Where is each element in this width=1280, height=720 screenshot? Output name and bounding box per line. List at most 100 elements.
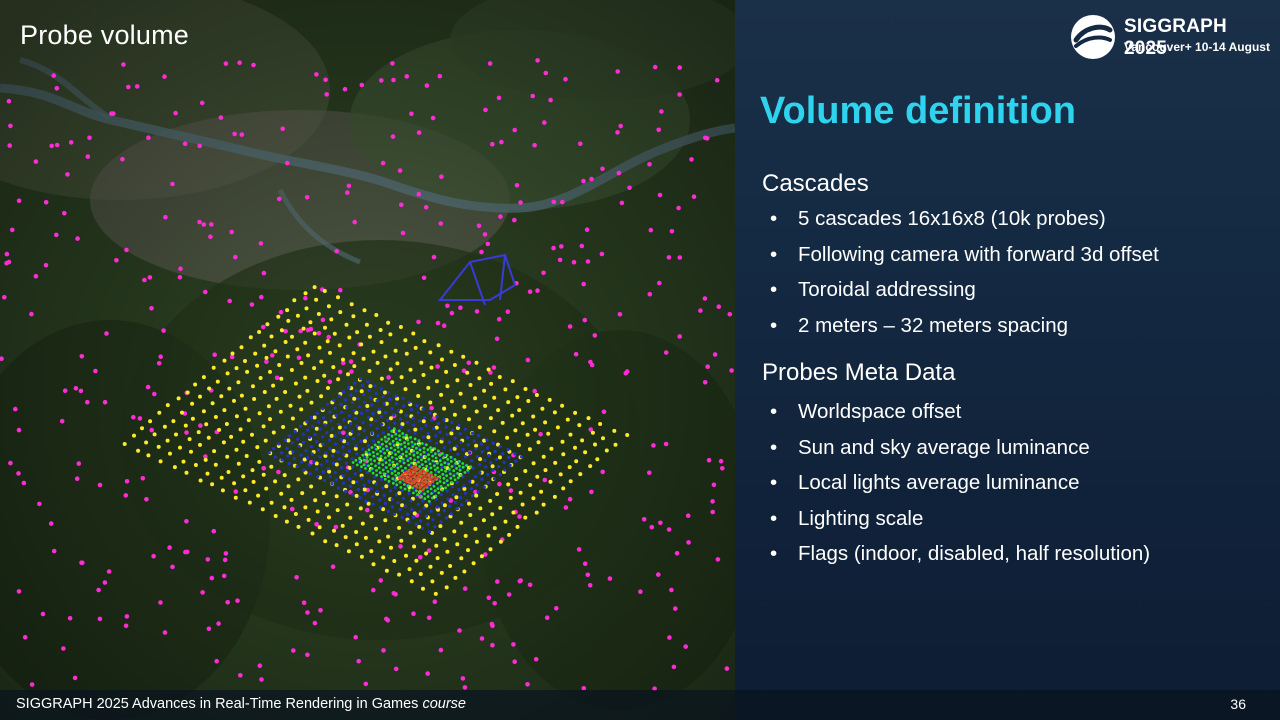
probe-near bbox=[277, 442, 281, 446]
probe-far bbox=[330, 564, 336, 569]
probe-mid bbox=[148, 419, 153, 424]
probe-mid bbox=[488, 416, 493, 421]
probe-nearer bbox=[402, 461, 406, 465]
probe-nearer bbox=[375, 473, 379, 477]
probe-near bbox=[428, 439, 432, 443]
probe-mid bbox=[243, 359, 247, 363]
probe-mid bbox=[315, 509, 320, 514]
probe-mid bbox=[289, 368, 294, 372]
probe-nearer bbox=[446, 458, 450, 461]
bullet-item: • Worldspace offset bbox=[770, 400, 1150, 436]
probe-far bbox=[390, 134, 396, 139]
probe-near bbox=[502, 460, 506, 464]
probe-mid bbox=[178, 445, 182, 450]
probe-far bbox=[651, 443, 656, 448]
probe-mid bbox=[210, 401, 215, 406]
probe-far bbox=[170, 564, 175, 570]
probe-mid bbox=[384, 484, 389, 489]
probe-near bbox=[403, 504, 407, 508]
bullet-item: • Local lights average luminance bbox=[770, 471, 1150, 507]
probe-nearer bbox=[424, 455, 428, 459]
probe-near bbox=[388, 489, 392, 493]
probe-far bbox=[425, 671, 431, 676]
probe-far bbox=[589, 362, 595, 368]
probe-far bbox=[72, 675, 78, 681]
probe-mid bbox=[500, 420, 505, 425]
probe-mid bbox=[217, 427, 222, 432]
probe-far bbox=[203, 289, 208, 295]
probe-mid bbox=[474, 443, 479, 448]
probe-mid bbox=[395, 361, 400, 366]
probe-near bbox=[394, 429, 398, 434]
probe-far bbox=[114, 258, 119, 263]
probe-nearer bbox=[397, 429, 401, 433]
probe-mid bbox=[540, 406, 545, 411]
probe-nearest bbox=[410, 466, 413, 470]
probe-nearer bbox=[420, 458, 423, 462]
probe-far bbox=[40, 611, 46, 617]
probe-nearer bbox=[461, 465, 465, 469]
probe-mid bbox=[421, 586, 425, 591]
probe-far bbox=[666, 527, 672, 532]
probe-far bbox=[62, 210, 67, 216]
probe-far bbox=[445, 303, 450, 309]
probe-far bbox=[106, 569, 112, 574]
probe-far bbox=[527, 289, 533, 295]
probe-far bbox=[206, 626, 212, 632]
probe-nearer bbox=[444, 469, 447, 473]
probe-near bbox=[409, 499, 413, 503]
probe-near bbox=[288, 434, 292, 438]
probe-far bbox=[218, 115, 224, 120]
probe-mid bbox=[416, 394, 421, 398]
probe-mid bbox=[303, 291, 308, 296]
probe-near bbox=[359, 411, 364, 415]
bullet-icon: • bbox=[770, 471, 778, 494]
probe-near bbox=[390, 406, 394, 410]
probe-nearest bbox=[428, 472, 431, 476]
probe-nearer bbox=[415, 446, 418, 450]
probe-near bbox=[333, 470, 337, 474]
probe-mid bbox=[213, 462, 218, 467]
probe-mid bbox=[317, 345, 322, 350]
probe-mid bbox=[322, 289, 327, 293]
probe-nearest bbox=[415, 486, 419, 489]
probe-nearer bbox=[398, 434, 401, 438]
probe-near bbox=[498, 473, 502, 477]
probe-far bbox=[162, 630, 168, 635]
probe-near bbox=[453, 436, 457, 440]
probe-far bbox=[423, 205, 429, 210]
probe-near bbox=[411, 515, 415, 520]
probe-near bbox=[410, 508, 414, 512]
probe-nearer bbox=[453, 478, 457, 482]
probe-far bbox=[290, 506, 295, 512]
probe-nearest bbox=[418, 470, 421, 474]
probe-far bbox=[67, 615, 73, 621]
probe-mid bbox=[245, 369, 250, 374]
probe-near bbox=[358, 377, 363, 381]
probe-nearer bbox=[449, 476, 453, 480]
probe-mid bbox=[264, 355, 269, 360]
probe-nearer bbox=[381, 468, 385, 472]
probe-mid bbox=[210, 482, 215, 487]
probe-nearest bbox=[406, 472, 410, 476]
probe-mid bbox=[268, 369, 272, 374]
probe-mid bbox=[455, 542, 460, 547]
probe-mid bbox=[346, 549, 351, 554]
probe-near bbox=[344, 461, 349, 465]
probe-nearer bbox=[431, 459, 435, 463]
probe-far bbox=[657, 192, 663, 198]
probe-near bbox=[442, 509, 446, 513]
probe-far bbox=[663, 441, 669, 447]
probe-mid bbox=[534, 510, 539, 515]
probe-mid bbox=[282, 505, 287, 510]
probe-near bbox=[455, 507, 459, 511]
probe-nearer bbox=[427, 500, 431, 503]
probe-mid bbox=[445, 384, 450, 389]
probe-far bbox=[542, 120, 547, 125]
probe-far bbox=[627, 185, 632, 191]
probe-far bbox=[320, 317, 326, 323]
probe-far bbox=[582, 317, 588, 323]
section-title-cascades: Cascades bbox=[762, 170, 869, 197]
probe-nearer bbox=[401, 432, 404, 435]
probe-mid bbox=[392, 559, 397, 563]
